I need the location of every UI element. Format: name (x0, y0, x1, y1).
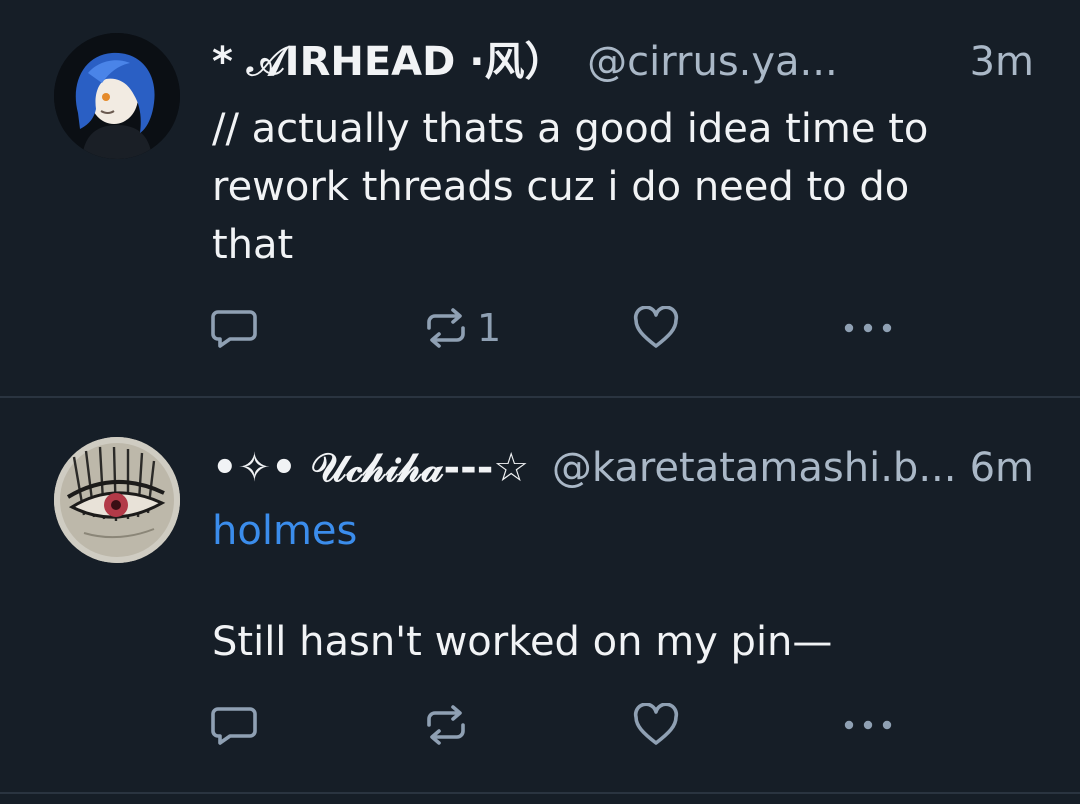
avatar[interactable] (54, 437, 180, 563)
post-header: •✧• 𝒰𝒸𝒽𝒾𝒽𝒶---☆ @karetatamashi.b... 6m (212, 444, 1034, 492)
display-name[interactable]: •✧• 𝒰𝒸𝒽𝒾𝒽𝒶---☆ (212, 445, 529, 491)
speech-bubble-icon (210, 306, 258, 350)
timestamp[interactable]: 6m (970, 444, 1034, 492)
handle[interactable]: @karetatamashi.b... (552, 445, 957, 491)
reply-button[interactable] (210, 700, 258, 750)
avatar[interactable] (54, 33, 180, 159)
post-text: // actually thats a good idea time to re… (212, 106, 929, 268)
repost-arrows-icon (423, 703, 469, 747)
repost-button[interactable]: 1 (423, 303, 501, 353)
repost-count: 1 (477, 306, 502, 350)
mention-link[interactable]: holmes (212, 508, 357, 554)
more-options-button[interactable] (842, 700, 894, 750)
heart-icon (633, 703, 679, 747)
post-header: * 𝒜IRHEAD ·风） @cirrus.ya... 3m (212, 38, 1034, 86)
post-text: Still hasn't worked on my pin— (212, 619, 833, 665)
display-name[interactable]: * 𝒜IRHEAD ·风） (212, 39, 564, 85)
like-button[interactable] (633, 303, 679, 353)
more-options-button[interactable] (842, 303, 894, 353)
ellipsis-icon (842, 321, 894, 335)
ellipsis-icon (842, 718, 894, 732)
feed-post[interactable]: •✧• 𝒰𝒸𝒽𝒾𝒽𝒶---☆ @karetatamashi.b... 6m ho… (0, 397, 1080, 794)
speech-bubble-icon (210, 703, 258, 747)
repost-arrows-icon (423, 306, 469, 350)
post-actions (210, 700, 930, 750)
handle[interactable]: @cirrus.ya... (587, 39, 838, 85)
reply-button[interactable] (210, 303, 258, 353)
feed-post[interactable]: * 𝒜IRHEAD ·风） @cirrus.ya... 3m // actual… (0, 0, 1080, 397)
repost-button[interactable] (423, 700, 469, 750)
like-button[interactable] (633, 700, 679, 750)
post-actions: 1 (210, 303, 930, 353)
timestamp[interactable]: 3m (970, 38, 1034, 86)
post-divider (0, 792, 1080, 794)
heart-icon (633, 306, 679, 350)
